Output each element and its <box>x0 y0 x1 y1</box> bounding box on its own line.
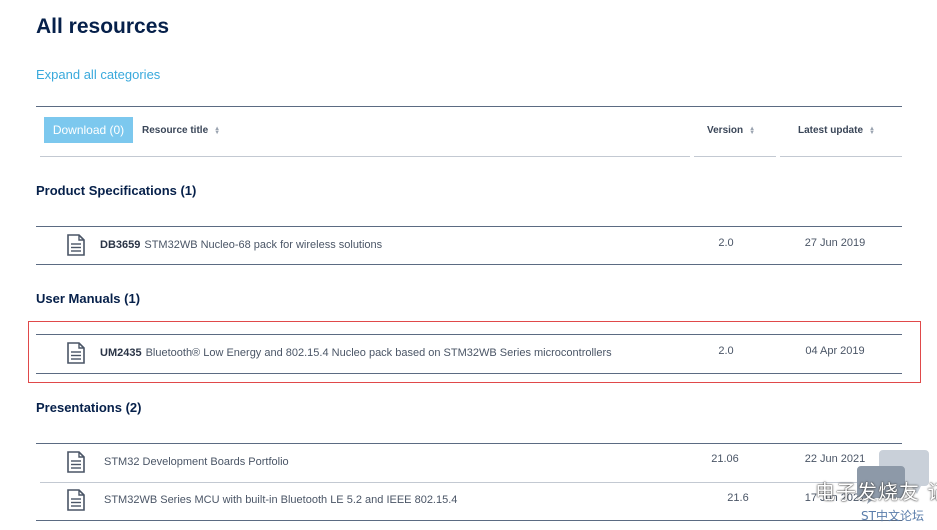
header-bottom-divider <box>780 156 902 157</box>
section-divider <box>36 334 902 335</box>
document-icon <box>67 451 85 473</box>
sort-icon: ▲ ▼ <box>869 125 875 136</box>
row-code: UM2435 <box>100 347 142 359</box>
row-version: 21.6 <box>727 492 749 504</box>
sort-icon: ▲ ▼ <box>749 125 756 136</box>
row-title[interactable]: STM32WB Series MCU with built-in Bluetoo… <box>104 494 457 506</box>
row-version: 2.0 <box>718 345 734 357</box>
download-button[interactable]: Download (0) <box>44 117 133 143</box>
document-icon <box>67 342 85 364</box>
row-title-text: STM32WB Nucleo-68 pack for wireless solu… <box>144 239 383 251</box>
section-divider <box>36 373 902 374</box>
table-row[interactable]: UM2435 Bluetooth® Low Energy and 802.15.4… <box>36 338 902 368</box>
row-version: 2.0 <box>718 237 734 249</box>
table-row[interactable]: DB3659 STM32WB Nucleo-68 pack for wireles… <box>36 230 902 260</box>
section-divider <box>36 264 902 265</box>
column-header-update[interactable]: Latest update ▲ ▼ <box>798 125 875 136</box>
page-title: All resources <box>36 15 170 38</box>
column-header-title[interactable]: Resource title ▲ ▼ <box>142 125 220 136</box>
expand-all-link[interactable]: Expand all categories <box>36 67 160 82</box>
watermark-subtext: ST中文论坛 <box>861 509 924 523</box>
row-title-text: Bluetooth® Low Energy and 802.15.4 Nucle… <box>145 347 612 359</box>
header-bottom-divider <box>694 156 776 157</box>
header-top-divider <box>36 106 902 107</box>
row-divider <box>36 520 902 521</box>
row-date: 27 Jun 2019 <box>804 237 866 249</box>
section-divider <box>36 443 902 444</box>
section-title[interactable]: Presentations (2) <box>36 400 141 415</box>
row-title[interactable]: STM32 Development Boards Portfolio <box>104 456 289 468</box>
document-icon <box>67 489 85 511</box>
row-version: 21.06 <box>711 453 739 465</box>
section-divider <box>36 226 902 227</box>
table-row[interactable]: STM32 Development Boards Portfolio 21.06… <box>36 447 902 477</box>
watermark-text: 电子发烧友 记帖 <box>815 480 937 504</box>
document-icon <box>67 234 85 256</box>
column-header-update-label: Latest update <box>798 125 864 136</box>
column-header-version[interactable]: Version ▲ ▼ <box>707 125 755 136</box>
column-header-title-label: Resource title <box>142 125 209 136</box>
column-header-version-label: Version <box>707 125 744 136</box>
header-bottom-divider <box>40 156 690 157</box>
row-code: DB3659 <box>100 239 141 251</box>
section-title[interactable]: User Manuals (1) <box>36 291 140 306</box>
row-title[interactable]: UM2435 Bluetooth® Low Energy and 802.15.4… <box>100 347 612 359</box>
section-title[interactable]: Product Specifications (1) <box>36 183 196 198</box>
row-date: 04 Apr 2019 <box>805 345 865 357</box>
row-title[interactable]: DB3659 STM32WB Nucleo-68 pack for wireles… <box>100 239 382 251</box>
sort-icon: ▲ ▼ <box>214 125 221 136</box>
table-row[interactable]: STM32WB Series MCU with built-in Bluetoo… <box>36 485 902 515</box>
row-divider <box>40 482 902 483</box>
